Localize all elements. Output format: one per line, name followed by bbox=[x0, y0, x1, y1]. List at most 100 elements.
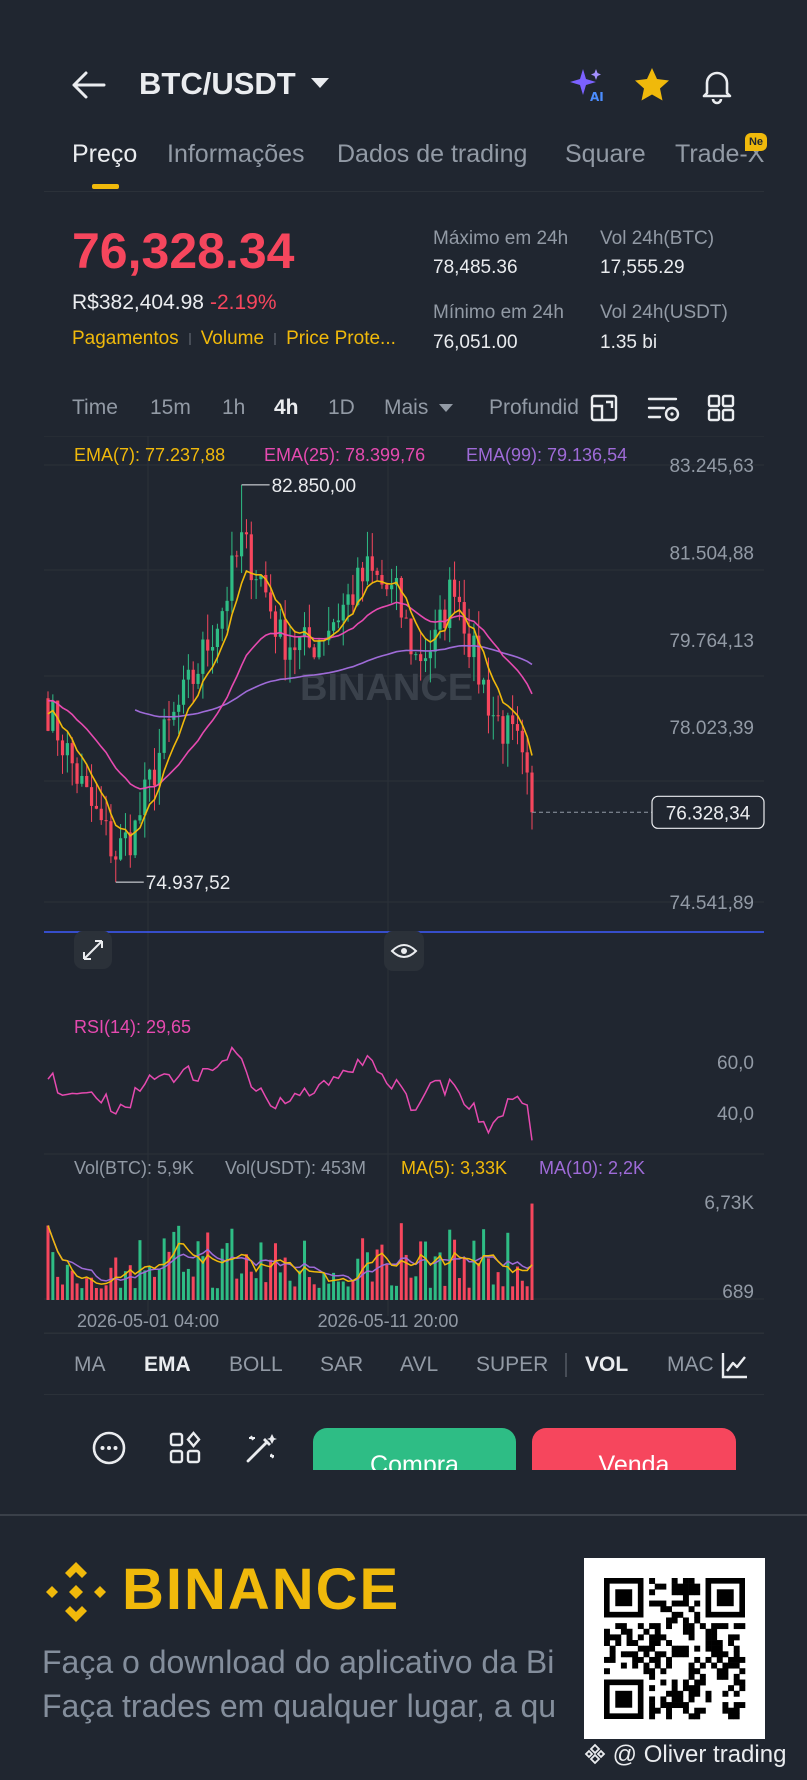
indicator-ma[interactable]: MA bbox=[74, 1353, 106, 1377]
volume-bar bbox=[264, 1282, 268, 1300]
candlestick-chart[interactable]: BINANCE83.245,6381.504,8879.764,1378.023… bbox=[0, 436, 807, 1336]
tab-square[interactable]: Square bbox=[565, 140, 646, 169]
tab-preco[interactable]: Preço bbox=[72, 140, 137, 169]
volume-bar bbox=[462, 1258, 466, 1300]
magic-wand-icon[interactable] bbox=[243, 1430, 279, 1466]
candle-body bbox=[452, 579, 457, 597]
indicator-ema[interactable]: EMA bbox=[144, 1353, 191, 1377]
candle-body bbox=[414, 654, 418, 656]
volume-bar bbox=[75, 1283, 79, 1300]
volume-bar bbox=[409, 1277, 413, 1300]
indicator-vol[interactable]: VOL bbox=[585, 1353, 628, 1377]
indicator-sar[interactable]: SAR bbox=[320, 1353, 363, 1377]
separator bbox=[274, 332, 277, 345]
qr-finder-core bbox=[716, 1589, 734, 1607]
qr-module bbox=[677, 1583, 684, 1590]
link-pagamentos[interactable]: Pagamentos bbox=[72, 328, 179, 349]
qr-module bbox=[716, 1651, 723, 1658]
interval-4h[interactable]: 4h bbox=[274, 396, 299, 420]
indicator-settings-icon[interactable] bbox=[720, 1350, 750, 1380]
volume-bar bbox=[119, 1287, 123, 1300]
dropdown-caret-icon[interactable] bbox=[311, 78, 329, 88]
volume-bar bbox=[501, 1286, 505, 1300]
volume-bar bbox=[225, 1243, 229, 1300]
bell-icon[interactable] bbox=[697, 65, 737, 105]
qr-module bbox=[682, 1685, 689, 1692]
volume-ma10-line bbox=[47, 1225, 533, 1282]
qr-module bbox=[666, 1656, 672, 1663]
candle-body bbox=[356, 567, 360, 605]
interval-mais[interactable]: Mais bbox=[384, 396, 428, 420]
qr-module bbox=[671, 1578, 678, 1584]
qr-module bbox=[660, 1634, 667, 1641]
qr-module bbox=[688, 1589, 695, 1596]
qr-module bbox=[666, 1707, 672, 1714]
candle-body bbox=[162, 719, 166, 753]
qr-module bbox=[694, 1713, 701, 1720]
volume-bar bbox=[148, 1266, 152, 1300]
volume-bar bbox=[472, 1240, 476, 1300]
qr-module bbox=[716, 1640, 723, 1646]
candle-body bbox=[152, 769, 157, 786]
qr-module bbox=[666, 1640, 672, 1646]
ai-sparkle-icon[interactable]: AI bbox=[568, 65, 608, 105]
candle-body bbox=[133, 820, 137, 856]
indicator-macd[interactable]: MAC bbox=[667, 1353, 713, 1377]
qr-module bbox=[682, 1628, 689, 1635]
qr-module bbox=[649, 1668, 656, 1675]
interval-15m[interactable]: 15m bbox=[150, 396, 191, 420]
interval-1d[interactable]: 1D bbox=[328, 396, 355, 420]
volume-bar bbox=[182, 1271, 186, 1300]
chat-icon[interactable] bbox=[91, 1430, 127, 1466]
volume-bar bbox=[303, 1240, 307, 1300]
candle-body bbox=[177, 704, 181, 712]
back-arrow-icon[interactable] bbox=[70, 68, 110, 102]
link-price-protection[interactable]: Price Prote... bbox=[286, 328, 396, 349]
qr-module bbox=[660, 1600, 667, 1607]
qr-module bbox=[733, 1707, 740, 1714]
rsi-line bbox=[47, 1046, 533, 1141]
candle-body bbox=[80, 775, 84, 784]
qr-module bbox=[615, 1640, 622, 1646]
apps-icon[interactable] bbox=[167, 1430, 203, 1466]
qr-module bbox=[694, 1656, 701, 1663]
qr-module bbox=[716, 1673, 723, 1680]
qr-module bbox=[649, 1634, 656, 1641]
candle-body bbox=[370, 556, 374, 571]
interval-1h[interactable]: 1h bbox=[222, 396, 245, 420]
qr-module bbox=[677, 1651, 684, 1658]
qr-module bbox=[620, 1628, 627, 1635]
chart-layout-icon[interactable] bbox=[588, 392, 620, 424]
qr-module bbox=[643, 1645, 650, 1652]
qr-module bbox=[728, 1707, 735, 1714]
interval-time[interactable]: Time bbox=[72, 396, 118, 420]
volume-bar bbox=[322, 1273, 326, 1300]
qr-module bbox=[733, 1673, 740, 1680]
tab-dados-de-trading[interactable]: Dados de trading bbox=[337, 140, 527, 169]
volume-bar bbox=[385, 1264, 389, 1300]
candle-body bbox=[409, 618, 413, 655]
qr-module bbox=[649, 1578, 656, 1584]
volume-bar bbox=[346, 1286, 350, 1300]
link-volume[interactable]: Volume bbox=[201, 328, 264, 349]
interval-profundidade[interactable]: Profundid bbox=[489, 396, 585, 420]
volume-bar bbox=[104, 1285, 108, 1300]
qr-module bbox=[660, 1606, 667, 1613]
indicator-boll[interactable]: BOLL bbox=[229, 1353, 283, 1377]
qr-module bbox=[649, 1640, 656, 1646]
separator bbox=[188, 332, 191, 345]
grid-view-icon[interactable] bbox=[705, 392, 737, 424]
volume-bar bbox=[249, 1271, 253, 1300]
candle-body bbox=[375, 570, 379, 576]
volume-bar bbox=[341, 1281, 345, 1300]
qr-module bbox=[688, 1606, 695, 1613]
stat-label-high: Máximo em 24h bbox=[433, 228, 569, 249]
volume-bar bbox=[177, 1225, 181, 1300]
indicator-avl[interactable]: AVL bbox=[400, 1353, 438, 1377]
star-icon[interactable] bbox=[632, 65, 672, 105]
promo-top-border bbox=[0, 1514, 807, 1516]
pair-title[interactable]: BTC/USDT bbox=[139, 66, 296, 102]
tab-informacoes[interactable]: Informações bbox=[167, 140, 305, 169]
chart-settings-icon[interactable] bbox=[646, 392, 680, 424]
indicator-super[interactable]: SUPER bbox=[476, 1353, 548, 1377]
